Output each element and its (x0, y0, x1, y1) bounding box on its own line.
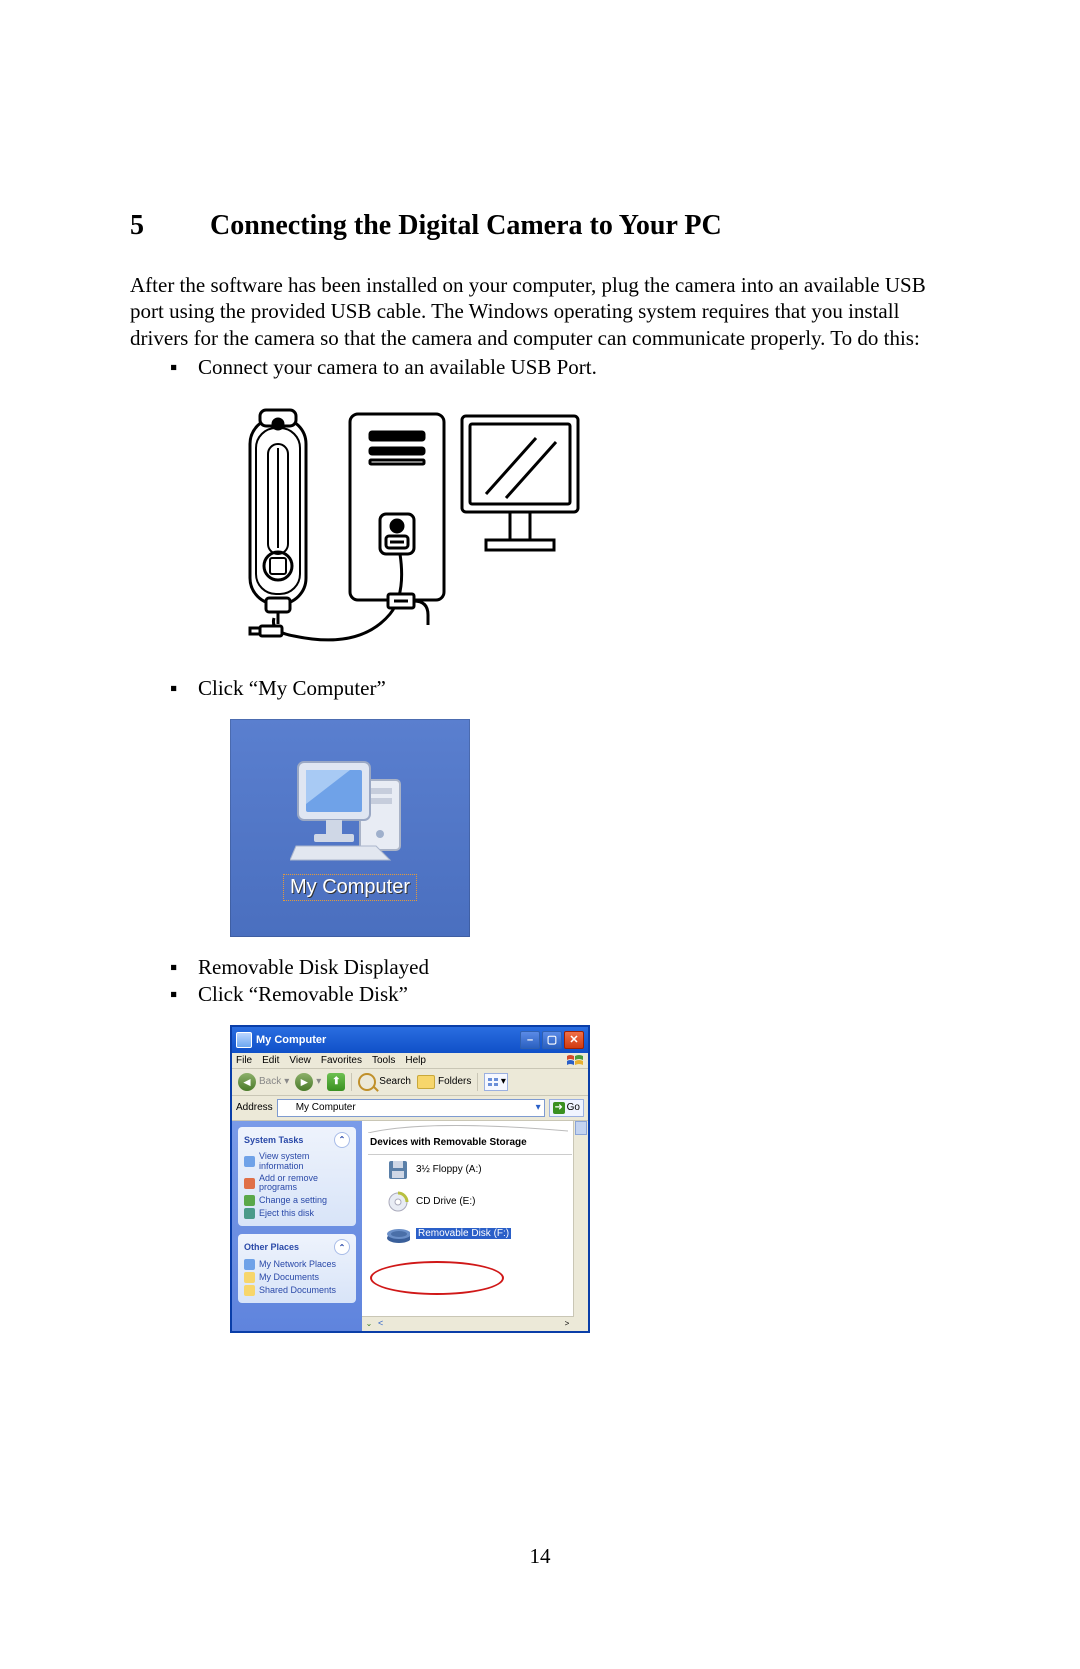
minimize-button[interactable]: – (520, 1031, 540, 1049)
task-change-setting[interactable]: Change a setting (244, 1195, 350, 1206)
windows-flag-icon (566, 1054, 584, 1068)
search-button[interactable]: Search (358, 1073, 411, 1091)
drive-floppy[interactable]: 3½ Floppy (A:) (386, 1159, 582, 1181)
toolbar: ◄ Back ▾ ► ▾ ⬆ Search Folders ▾ (232, 1069, 588, 1096)
figure-explorer-window: My Computer – ▢ ✕ File Edit View Favorit… (230, 1025, 950, 1333)
my-computer-label: My Computer (283, 874, 417, 901)
back-button[interactable]: ◄ Back ▾ (238, 1073, 289, 1091)
collapse-icon[interactable]: ⌃ (334, 1239, 350, 1255)
programs-icon (244, 1178, 255, 1189)
up-icon: ⬆ (327, 1073, 345, 1091)
menu-favorites[interactable]: Favorites (321, 1055, 362, 1066)
figure-camera-pc (230, 398, 950, 658)
horizontal-scrollbar[interactable]: ⌄ < > (362, 1316, 574, 1331)
other-places-header: Other Places (244, 1242, 299, 1252)
maximize-button[interactable]: ▢ (542, 1031, 562, 1049)
forward-icon: ► (295, 1073, 313, 1091)
shared-icon (244, 1285, 255, 1296)
address-value: My Computer (296, 1102, 356, 1113)
bullet-click-mycomputer: Click “My Computer” (170, 676, 950, 701)
eject-icon (244, 1208, 255, 1219)
task-eject-disk[interactable]: Eject this disk (244, 1208, 350, 1219)
system-tasks-header: System Tasks (244, 1135, 303, 1145)
bullet-connect: Connect your camera to an available USB … (170, 355, 950, 380)
window-title: My Computer (256, 1034, 326, 1046)
dropdown-icon[interactable]: ▾ (536, 1102, 541, 1113)
menu-view[interactable]: View (289, 1055, 311, 1066)
window-icon (236, 1032, 252, 1048)
my-computer-icon (290, 754, 410, 864)
window-titlebar[interactable]: My Computer – ▢ ✕ (232, 1027, 588, 1053)
floppy-icon (386, 1159, 410, 1181)
hard-disk-section-clip (368, 1125, 582, 1133)
folders-icon (417, 1075, 435, 1089)
link-my-documents[interactable]: My Documents (244, 1272, 350, 1283)
close-button[interactable]: ✕ (564, 1031, 584, 1049)
go-icon: ➜ (553, 1102, 565, 1114)
documents-icon (244, 1272, 255, 1283)
menu-file[interactable]: File (236, 1055, 252, 1066)
collapse-icon[interactable]: ⌃ (334, 1132, 350, 1148)
removable-storage-heading: Devices with Removable Storage (370, 1137, 582, 1148)
bullet-click-removable: Click “Removable Disk” (170, 982, 950, 1007)
task-view-system-info[interactable]: View system information (244, 1152, 350, 1172)
page-number: 14 (0, 1544, 1080, 1569)
go-button[interactable]: ➜ Go (549, 1099, 584, 1117)
up-button[interactable]: ⬆ (327, 1073, 345, 1091)
removable-disk-icon (386, 1223, 410, 1245)
section-title: Connecting the Digital Camera to Your PC (210, 210, 722, 242)
red-highlight-oval (370, 1261, 504, 1295)
views-button[interactable]: ▾ (484, 1073, 508, 1091)
address-field[interactable]: My Computer ▾ (277, 1099, 545, 1117)
bullet-removable-displayed: Removable Disk Displayed (170, 955, 950, 980)
link-shared-documents[interactable]: Shared Documents (244, 1285, 350, 1296)
section-number: 5 (130, 210, 170, 242)
address-label: Address (236, 1102, 273, 1113)
search-icon (358, 1073, 376, 1091)
link-network-places[interactable]: My Network Places (244, 1259, 350, 1270)
forward-button[interactable]: ► ▾ (295, 1073, 321, 1091)
figure-mycomputer-icon: My Computer (230, 719, 950, 937)
drive-cd[interactable]: CD Drive (E:) (386, 1191, 582, 1213)
info-icon (244, 1156, 255, 1167)
intro-paragraph: After the software has been installed on… (130, 272, 950, 351)
drive-removable[interactable]: Removable Disk (F:) (386, 1223, 582, 1245)
vertical-scrollbar[interactable] (573, 1121, 588, 1331)
back-icon: ◄ (238, 1073, 256, 1091)
address-bar: Address My Computer ▾ ➜ Go (232, 1096, 588, 1121)
network-icon (244, 1259, 255, 1270)
menu-edit[interactable]: Edit (262, 1055, 279, 1066)
scroll-left-icon[interactable]: ⌄ (362, 1317, 376, 1331)
address-icon (281, 1102, 293, 1114)
settings-icon (244, 1195, 255, 1206)
menu-tools[interactable]: Tools (372, 1055, 395, 1066)
cd-icon (386, 1191, 410, 1213)
menu-bar: File Edit View Favorites Tools Help (232, 1053, 588, 1069)
removable-disk-label: Removable Disk (F:) (416, 1228, 511, 1239)
tasks-sidebar: System Tasks ⌃ View system information Ad… (232, 1121, 362, 1331)
folders-button[interactable]: Folders (417, 1075, 471, 1089)
menu-help[interactable]: Help (405, 1055, 426, 1066)
scroll-right-icon[interactable]: > (560, 1317, 574, 1331)
drives-pane: Devices with Removable Storage 3½ Floppy… (362, 1121, 588, 1331)
task-add-remove[interactable]: Add or remove programs (244, 1174, 350, 1194)
section-heading: 5 Connecting the Digital Camera to Your … (130, 210, 950, 242)
